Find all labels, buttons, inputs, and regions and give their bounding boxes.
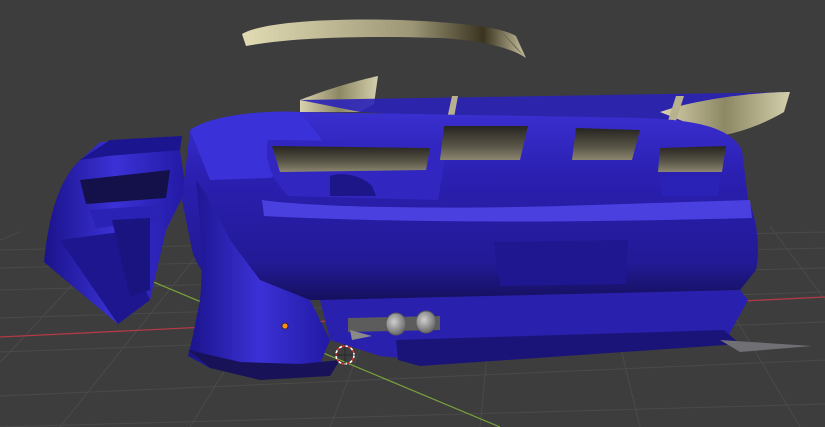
object-origin-icon: [281, 322, 289, 330]
viewport-canvas[interactable]: [0, 0, 825, 427]
car-body[interactable]: [112, 111, 812, 380]
exhaust-pipe-right: [415, 310, 437, 334]
3d-viewport[interactable]: [0, 0, 825, 427]
exhaust-pipe-left: [385, 312, 407, 336]
floating-spoiler-blade[interactable]: [242, 19, 526, 58]
